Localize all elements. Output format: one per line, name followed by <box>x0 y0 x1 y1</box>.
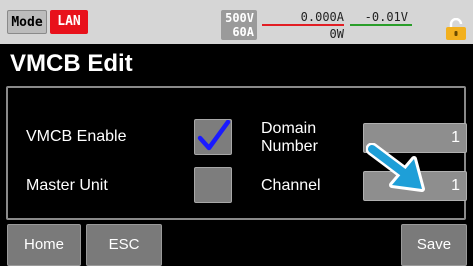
channel-label: Channel <box>261 177 321 194</box>
domain-number-label-line2: Number <box>261 138 318 155</box>
current-range: 60A <box>232 25 254 39</box>
lan-badge: LAN <box>50 10 88 34</box>
status-bar: Mode LAN 500V 60A 0.000A -0.01V 0W <box>0 0 473 44</box>
mode-button[interactable]: Mode <box>7 10 47 34</box>
master-unit-checkbox[interactable] <box>194 167 232 203</box>
voltage-range: 500V <box>225 11 254 25</box>
home-button[interactable]: Home <box>7 224 81 266</box>
range-indicator: 500V 60A <box>221 10 257 40</box>
voltage-reading: -0.01V <box>364 10 408 24</box>
settings-panel: VMCB Enable Master Unit Domain Number 1 … <box>6 86 467 220</box>
voltage-underline <box>350 24 412 26</box>
checkmark-icon <box>197 120 231 151</box>
vmcb-edit-screen: Mode LAN 500V 60A 0.000A -0.01V 0W VMCB … <box>0 0 473 266</box>
page-title: VMCB Edit <box>10 50 133 77</box>
save-button[interactable]: Save <box>401 224 467 266</box>
vmcb-enable-checkbox[interactable] <box>194 119 232 155</box>
channel-field[interactable]: 1 <box>363 171 467 201</box>
power-reading: 0W <box>329 27 344 41</box>
current-reading: 0.000A <box>300 10 344 24</box>
current-underline <box>262 24 344 26</box>
master-unit-label: Master Unit <box>26 177 108 194</box>
lock-icon[interactable] <box>444 17 468 40</box>
domain-number-field[interactable]: 1 <box>363 123 467 153</box>
esc-button[interactable]: ESC <box>86 224 162 266</box>
domain-number-label-line1: Domain <box>261 120 317 137</box>
vmcb-enable-label: VMCB Enable <box>26 128 127 145</box>
